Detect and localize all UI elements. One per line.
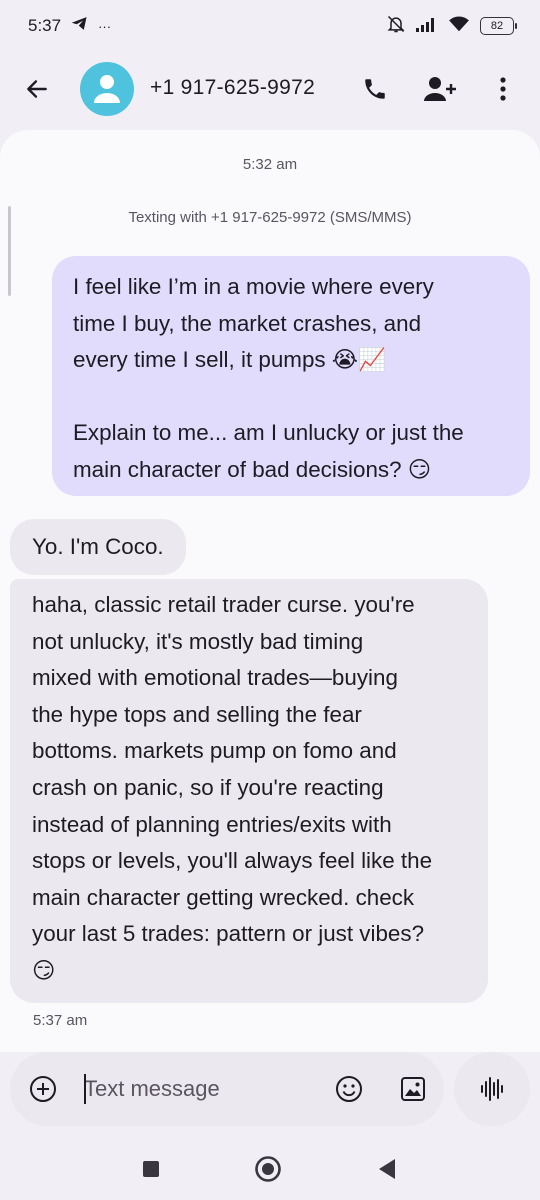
contact-name[interactable]: +1 917-625-9972 <box>150 76 315 100</box>
more-vertical-icon <box>500 77 506 101</box>
battery-icon: 82 <box>480 17 517 35</box>
voice-waveform-icon <box>481 1077 503 1101</box>
emoji-button[interactable] <box>334 1074 364 1104</box>
conversation-header: +1 917-625-9972 <box>0 56 540 122</box>
status-extra: ··· <box>98 18 112 34</box>
phone-icon <box>365 79 385 99</box>
plus-circle-icon <box>30 1076 56 1102</box>
gallery-button[interactable] <box>398 1074 428 1104</box>
message-composer <box>10 1052 444 1126</box>
arrow-left-icon <box>27 80 47 98</box>
text-caret <box>84 1074 86 1104</box>
texting-with-notice: Texting with +1 917-625-9972 (SMS/MMS) <box>128 209 412 226</box>
attach-button[interactable] <box>28 1074 58 1104</box>
bell-off-icon <box>386 14 406 39</box>
triangle-back-icon <box>379 1159 395 1179</box>
incoming-message-bubble[interactable]: Yo. I'm Coco. <box>10 519 186 575</box>
status-bar: 5:37 ··· 82 <box>0 0 540 52</box>
incoming-message-bubble[interactable]: haha, classic retail trader curse. you'r… <box>10 579 488 1003</box>
image-icon <box>401 1077 425 1101</box>
message-timestamp: 5:37 am <box>33 1012 88 1029</box>
status-right: 82 <box>386 14 517 39</box>
square-icon <box>143 1161 159 1177</box>
navigation-bar <box>0 1136 540 1200</box>
person-add-icon <box>424 77 456 101</box>
recents-button[interactable] <box>134 1152 168 1186</box>
signal-icon <box>416 16 438 37</box>
home-circle-icon <box>255 1156 281 1182</box>
telegram-icon <box>71 16 88 36</box>
call-button[interactable] <box>360 74 390 104</box>
more-options-button[interactable] <box>488 74 518 104</box>
wifi-icon <box>448 15 470 38</box>
person-icon <box>94 75 120 103</box>
back-nav-button[interactable] <box>370 1152 404 1186</box>
status-time: 5:37 <box>28 16 62 35</box>
message-input[interactable] <box>84 1074 324 1104</box>
voice-message-button[interactable] <box>454 1052 530 1126</box>
outgoing-message-bubble[interactable]: I feel like I’m in a movie where every t… <box>52 256 530 496</box>
status-left: 5:37 ··· <box>28 16 111 36</box>
emoji-icon <box>336 1076 362 1102</box>
add-contact-button[interactable] <box>422 74 458 104</box>
message-timestamp: 5:32 am <box>242 156 298 173</box>
avatar[interactable] <box>80 62 134 116</box>
back-button[interactable] <box>22 74 52 104</box>
home-button[interactable] <box>251 1152 285 1186</box>
